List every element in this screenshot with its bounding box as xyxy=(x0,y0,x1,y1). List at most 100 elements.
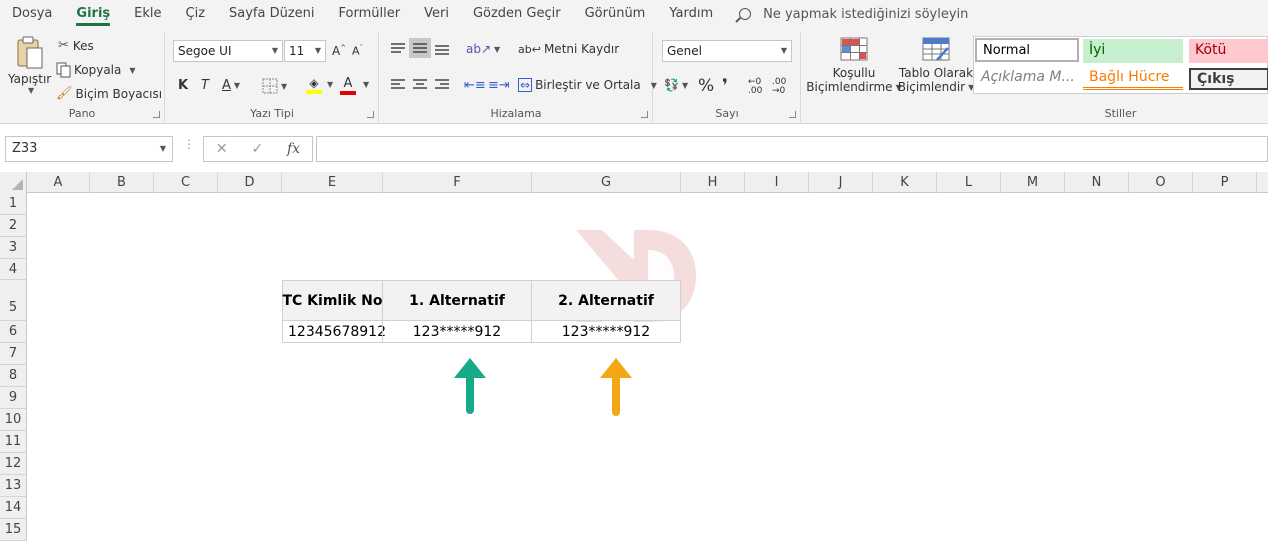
borders-button[interactable]: ▼ xyxy=(262,78,287,94)
menu-veri[interactable]: Veri xyxy=(412,0,461,28)
dialog-launcher-icon[interactable] xyxy=(367,111,374,118)
row-header-2[interactable]: 2 xyxy=(0,215,27,237)
col-header-p[interactable]: P xyxy=(1193,172,1257,193)
menu-giris[interactable]: Giriş xyxy=(64,0,122,28)
col-header-m[interactable]: M xyxy=(1001,172,1065,193)
row-header-6[interactable]: 6 xyxy=(0,321,27,343)
dialog-launcher-icon[interactable] xyxy=(153,111,160,118)
merge-center-button[interactable]: ⇔ Birleştir ve Ortala ▼ xyxy=(518,78,657,92)
fill-color-button[interactable]: ◈ xyxy=(306,76,322,94)
col-header-j[interactable]: J xyxy=(809,172,873,193)
formula-input[interactable] xyxy=(316,136,1268,162)
row-header-14[interactable]: 14 xyxy=(0,497,27,519)
number-format-select[interactable]: Genel ▼ xyxy=(662,40,792,62)
col-header-k[interactable]: K xyxy=(873,172,937,193)
align-middle-button[interactable] xyxy=(409,38,431,58)
cell-f6[interactable]: 123*****912 xyxy=(382,320,532,343)
cell-g5-header[interactable]: 2. Alternatif xyxy=(531,280,681,321)
percent-button[interactable]: % xyxy=(698,76,714,96)
row-header-7[interactable]: 7 xyxy=(0,343,27,365)
fill-color-dropdown[interactable]: ▼ xyxy=(324,80,333,89)
font-name-select[interactable]: Segoe UI ▼ xyxy=(173,40,283,62)
col-header-o[interactable]: O xyxy=(1129,172,1193,193)
style-output[interactable]: Çıkış xyxy=(1189,68,1268,90)
style-bad[interactable]: Kötü xyxy=(1189,39,1268,63)
col-header-d[interactable]: D xyxy=(218,172,282,193)
col-header-h[interactable]: H xyxy=(681,172,745,193)
cut-button[interactable]: ✂ Kes xyxy=(58,38,94,53)
underline-button[interactable]: A ▼ xyxy=(222,78,240,93)
increase-indent-button[interactable]: ≡⇥ xyxy=(488,78,510,93)
conditional-formatting-button[interactable]: Koşullu Biçimlendirme ▼ xyxy=(806,36,902,94)
row-header-8[interactable]: 8 xyxy=(0,365,27,387)
col-header-n[interactable]: N xyxy=(1065,172,1129,193)
row-header-3[interactable]: 3 xyxy=(0,237,27,259)
font-size-select[interactable]: 11 ▼ xyxy=(284,40,326,62)
cell-e6[interactable]: 12345678912 xyxy=(282,320,386,343)
style-good[interactable]: İyi xyxy=(1083,39,1183,63)
menu-gozden-gecir[interactable]: Gözden Geçir xyxy=(461,0,573,28)
cell-f5-header[interactable]: 1. Alternatif xyxy=(382,280,532,321)
name-box[interactable]: Z33 ▼ xyxy=(5,136,173,162)
row-header-12[interactable]: 12 xyxy=(0,453,27,475)
select-all-button[interactable] xyxy=(0,172,27,193)
col-header-c[interactable]: C xyxy=(154,172,218,193)
row-header-10[interactable]: 10 xyxy=(0,409,27,431)
copy-button[interactable]: Kopyala ▼ xyxy=(56,62,136,78)
increase-decimal-button[interactable]: ←0.00 xyxy=(748,78,762,96)
tell-me-box[interactable]: Ne yapmak istediğinizi söyleyin xyxy=(739,7,968,22)
row-header-4[interactable]: 4 xyxy=(0,259,27,280)
row-header-13[interactable]: 13 xyxy=(0,475,27,497)
row-header-11[interactable]: 11 xyxy=(0,431,27,453)
font-color-dropdown[interactable]: ▼ xyxy=(360,80,369,89)
col-header-b[interactable]: B xyxy=(90,172,154,193)
format-as-table-button[interactable]: Tablo Olarak Biçimlendir ▼ xyxy=(898,36,974,94)
row-header-1[interactable]: 1 xyxy=(0,193,27,215)
col-header-g[interactable]: G xyxy=(532,172,681,193)
enter-icon[interactable]: ✓ xyxy=(251,141,263,157)
align-center-button[interactable] xyxy=(412,78,428,92)
style-linked-cell[interactable]: Bağlı Hücre xyxy=(1083,66,1183,90)
bold-button[interactable]: K xyxy=(178,78,188,93)
decrease-font-button[interactable]: Aˇ xyxy=(352,44,363,58)
italic-button[interactable]: T xyxy=(201,78,209,93)
align-right-button[interactable] xyxy=(434,78,450,92)
menu-gorunum[interactable]: Görünüm xyxy=(573,0,658,28)
accounting-format-button[interactable]: 💱 ▼ xyxy=(664,78,688,92)
insert-function-icon[interactable]: fx xyxy=(287,141,300,157)
cancel-icon[interactable]: ✕ xyxy=(216,141,228,157)
menu-formuller[interactable]: Formüller xyxy=(327,0,413,28)
font-color-button[interactable]: A xyxy=(340,76,356,95)
decrease-decimal-button[interactable]: .00 →0 xyxy=(772,78,786,96)
col-header-l[interactable]: L xyxy=(937,172,1001,193)
wrap-text-button[interactable]: ab↩ Metni Kaydır xyxy=(518,42,619,56)
cell-g6[interactable]: 123*****912 xyxy=(531,320,681,343)
formula-bar-resize-handle[interactable]: ⋮ xyxy=(183,138,195,150)
menu-dosya[interactable]: Dosya xyxy=(0,0,64,28)
worksheet-grid[interactable]: A B C D E F G H I J K L M N O P 1 2 3 4 … xyxy=(0,172,1268,544)
decrease-indent-button[interactable]: ⇤≡ xyxy=(464,78,486,93)
cell-e5-header[interactable]: TC Kimlik No xyxy=(282,280,383,321)
menu-sayfa-duzeni[interactable]: Sayfa Düzeni xyxy=(217,0,327,28)
col-header-i[interactable]: I xyxy=(745,172,809,193)
col-header-f[interactable]: F xyxy=(383,172,532,193)
align-bottom-button[interactable] xyxy=(434,42,450,56)
style-normal[interactable]: Normal xyxy=(975,38,1079,62)
orientation-button[interactable]: ab↗ ▼ xyxy=(466,42,500,56)
menu-ciz[interactable]: Çiz xyxy=(174,0,218,28)
align-left-button[interactable] xyxy=(390,78,406,92)
menu-ekle[interactable]: Ekle xyxy=(122,0,173,28)
dialog-launcher-icon[interactable] xyxy=(789,111,796,118)
row-header-5[interactable]: 5 xyxy=(0,280,27,321)
increase-font-button[interactable]: A^ xyxy=(332,44,346,58)
row-header-9[interactable]: 9 xyxy=(0,387,27,409)
paste-button[interactable]: Yapıştır ▼ xyxy=(8,36,51,95)
dialog-launcher-icon[interactable] xyxy=(641,111,648,118)
col-header-e[interactable]: E xyxy=(282,172,383,193)
format-painter-button[interactable]: 🖌 Biçim Boyacısı xyxy=(56,86,162,101)
comma-button[interactable]: ❜ xyxy=(722,76,728,96)
col-header-a[interactable]: A xyxy=(27,172,90,193)
row-header-15[interactable]: 15 xyxy=(0,519,27,541)
style-explanatory[interactable]: Açıklama M... xyxy=(975,66,1079,90)
menu-yardim[interactable]: Yardım xyxy=(657,0,725,28)
